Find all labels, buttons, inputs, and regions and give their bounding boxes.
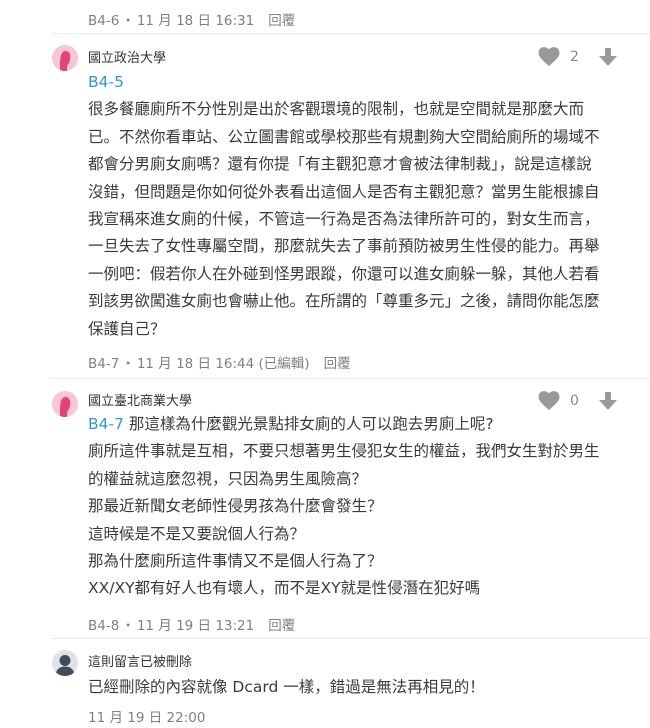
comment-body: 已經刪除的內容就像 Dcard 一樣，錯過是無法再相見的！ xyxy=(88,674,628,701)
timestamp: 11 月 18 日 16:31 xyxy=(136,13,255,29)
divider xyxy=(50,378,650,379)
reply-link[interactable]: 回覆 xyxy=(324,356,351,372)
timestamp: 11 月 19 日 22:00 xyxy=(88,710,206,726)
arrow-down-icon[interactable] xyxy=(598,47,618,67)
floor-label: B4-8 xyxy=(88,618,120,634)
comment-meta-b4-6: B4-6 ・ 11 月 18 日 16:31 回覆 xyxy=(88,13,296,29)
floor-label: B4-7 xyxy=(88,356,120,372)
deleted-notice: 這則留言已被刪除 xyxy=(88,655,193,670)
timestamp: 11 月 18 日 16:44 (已編輯) xyxy=(136,356,310,372)
reply-link[interactable]: 回覆 xyxy=(268,618,295,634)
like-count: 2 xyxy=(570,49,579,65)
female-avatar-icon[interactable] xyxy=(52,45,78,71)
text-line: 到該男欲闖進女廁也會嚇止他。在所謂的「尊重多元」之後，請問你能怎麼 xyxy=(88,292,600,311)
timestamp: 11 月 19 日 13:21 xyxy=(136,618,255,634)
text-line: 沒錯，但問題是你如何從外表看出這個人是否有主觀犯意？當男生能根據自 xyxy=(88,182,600,201)
text-line: 一旦失去了女性專屬空間，那麼就失去了事前預防被男生性侵的能力。再舉 xyxy=(88,237,600,256)
comment-meta: B4-8 ・ 11 月 19 日 13:21 回覆 xyxy=(88,618,296,634)
heart-icon[interactable] xyxy=(538,391,560,411)
text-line: 那為什麼廁所這件事情又不是個人行為了？ xyxy=(88,552,383,571)
person-silhouette-icon xyxy=(52,650,78,676)
text-line: XX/XY都有好人也有壞人，而不是XY就是性侵潛在犯好嗎 xyxy=(88,579,481,598)
text-line: 已經刪除的內容就像 Dcard 一樣，錯過是無法再相見的！ xyxy=(88,678,485,696)
female-avatar-icon[interactable] xyxy=(52,391,78,417)
divider xyxy=(50,638,650,639)
text-line: 的權益就這麼忽視，只因為男生風險高？ xyxy=(88,469,368,488)
text-line: 保護自己？ xyxy=(88,319,166,338)
text-line: 廁所這件事就是互相，不要只想著男生侵犯女生的權益，我們女生對於男生 xyxy=(88,442,600,461)
text-line: 那最近新聞女老師性侵男孩為什麼會發生？ xyxy=(88,497,383,516)
floor-reference-link[interactable]: B4-7 xyxy=(88,415,124,433)
text-line: 一例吧：假若你人在外碰到怪男跟蹤，你還可以進女廁躲一躲，其他人若看 xyxy=(88,264,600,283)
like-count: 0 xyxy=(570,393,579,409)
heart-icon[interactable] xyxy=(538,47,560,67)
floor-label: B4-6 xyxy=(88,13,120,29)
school-name: 國立臺北商業大學 xyxy=(88,394,193,409)
text-line: 我宣稱來進女廁的什候，不管這一行為是否為法律所許可的，對女生而言， xyxy=(88,210,600,229)
text-line: 這時候是不是又要說個人行為？ xyxy=(88,524,306,543)
reaction-bar: 0 xyxy=(538,391,618,411)
text-line: 很多餐廳廁所不分性別是出於客觀環境的限制，也就是空間就是那麼大而 xyxy=(88,100,585,119)
reply-link[interactable]: 回覆 xyxy=(268,13,295,29)
comment-body: B4-5 很多餐廳廁所不分性別是出於客觀環境的限制，也就是空間就是那麼大而 已。… xyxy=(88,69,628,343)
text-line: 都會分男廁女廁嗎？還有你提「有主觀犯意才會被法律制裁」，說是這樣說 xyxy=(88,155,592,174)
comment-meta: 11 月 19 日 22:00 xyxy=(88,706,205,726)
floor-reference-link[interactable]: B4-5 xyxy=(88,73,124,91)
arrow-down-icon[interactable] xyxy=(598,391,618,411)
text-line: 已。不然你看車站、公立圖書館或學校那些有規劃夠大空間給廁所的場域不 xyxy=(88,127,600,146)
reaction-bar: 2 xyxy=(538,47,618,67)
divider xyxy=(50,33,650,34)
text-line: 那這樣為什麼觀光景點排女廁的人可以跑去男廁上呢? xyxy=(123,415,494,433)
comment-body: B4-7 那這樣為什麼觀光景點排女廁的人可以跑去男廁上呢? 廁所這件事就是互相，… xyxy=(88,411,628,603)
school-name: 國立政治大學 xyxy=(88,51,167,66)
comment-meta: B4-7 ・ 11 月 18 日 16:44 (已編輯) 回覆 xyxy=(88,356,351,372)
